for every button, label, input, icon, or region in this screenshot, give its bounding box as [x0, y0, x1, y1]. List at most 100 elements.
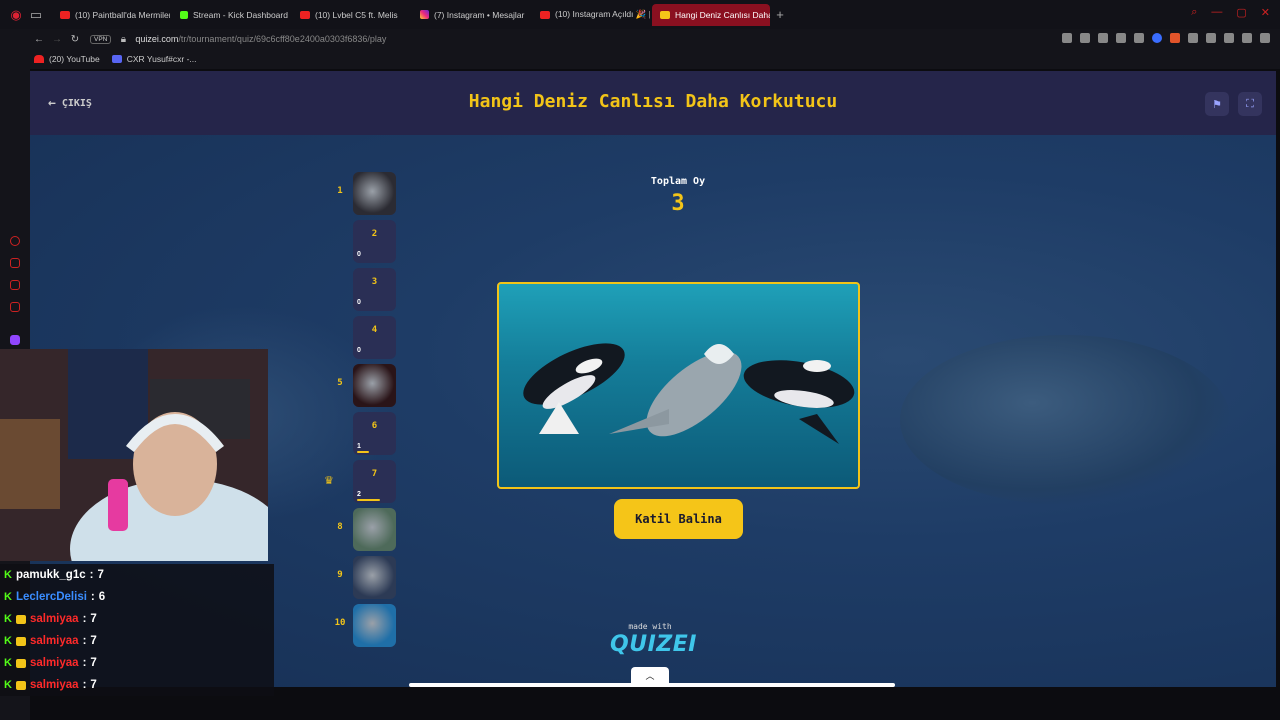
chat-message: K LeclercDelisi:6 [4, 588, 105, 606]
browser-tab[interactable]: (10) Instagram Açıldı 🎉 | [532, 4, 650, 26]
chat-separator: : [82, 679, 87, 691]
ranking-item[interactable]: 61 [330, 412, 400, 456]
reload-icon[interactable]: ↻ [66, 34, 84, 45]
bookmark-discord[interactable]: CXR Yusuf#cxr -... [111, 54, 197, 64]
kick-icon: K [4, 679, 12, 691]
chat-username: salmiyaa [29, 635, 79, 647]
extensions-icon[interactable] [1188, 33, 1198, 43]
ranking-item[interactable]: ♛ 7 2 [324, 460, 400, 504]
crypto-wallet-icon[interactable] [10, 258, 20, 268]
quiz-title: Hangi Deniz Canlısı Daha Korkutucu [468, 91, 838, 112]
chat-username: pamukk_g1c [15, 569, 86, 581]
ranking-item[interactable]: 30 [330, 268, 400, 312]
candidate-image[interactable] [497, 282, 860, 489]
quiz-icon [660, 10, 670, 19]
close-icon[interactable]: ✕ [1261, 6, 1270, 19]
ranking-card[interactable] [353, 556, 396, 599]
total-votes-value: 3 [671, 191, 685, 216]
discord-icon [111, 55, 122, 63]
easy-files-icon[interactable] [1080, 33, 1090, 43]
chevron-up-icon: ︿ [645, 670, 655, 681]
chat-text: 7 [90, 635, 97, 647]
bookmark-youtube[interactable]: (20) YouTube [34, 54, 100, 64]
ranking-card[interactable]: 72 [353, 460, 396, 503]
ranking-card[interactable] [353, 604, 396, 647]
chat-separator: : [82, 657, 87, 669]
bookmark-label: (20) YouTube [49, 54, 100, 64]
flag-icon: ⚑ [1212, 98, 1222, 111]
snapshot-icon[interactable] [1062, 33, 1072, 43]
ranking-card[interactable] [353, 508, 396, 551]
quizei-logo[interactable]: QUIZEI [610, 632, 696, 657]
subscriber-badge-icon [15, 636, 26, 646]
messenger-icon[interactable] [10, 280, 20, 290]
chat-username: salmiyaa [29, 657, 79, 669]
browser-tab[interactable]: (7) Instagram • Mesajlar [412, 4, 530, 26]
download-icon[interactable] [1224, 33, 1234, 43]
chat-text: 7 [97, 569, 104, 581]
url-path: /tr/tournament/quiz/69c6cff80e2400a0303f… [178, 34, 387, 44]
browser-tab[interactable]: Hangi Deniz Canlısı Daha K [652, 3, 770, 26]
profile-icon[interactable] [1206, 33, 1216, 43]
ranking-item[interactable]: 40 [330, 316, 400, 360]
youtube-icon [300, 10, 310, 19]
youtube-icon [60, 10, 70, 19]
tab-title: (10) Instagram Açıldı 🎉 | [555, 9, 650, 19]
made-with-label: made with [628, 622, 672, 631]
rank-number: 9 [337, 570, 343, 580]
total-votes-label: Toplam Oy [650, 176, 706, 187]
browser-tab[interactable]: Stream - Kick Dashboard [172, 4, 290, 26]
new-tab-icon[interactable]: + [770, 5, 790, 25]
tab-title: Hangi Deniz Canlısı Daha K [675, 9, 770, 20]
kick-icon: K [4, 657, 12, 669]
ranking-item[interactable]: 5 [330, 364, 400, 408]
lock-icon[interactable]: 🔒︎ [117, 34, 129, 45]
ranking-card[interactable]: 30 [353, 268, 396, 311]
tab-overview-icon[interactable]: ▭ [26, 5, 46, 25]
chat-text: 7 [90, 613, 97, 625]
youtube-icon [34, 55, 44, 63]
fullscreen-button[interactable]: ⛶ [1238, 92, 1262, 116]
ranking-card[interactable]: 20 [353, 220, 396, 263]
minimize-icon[interactable]: — [1211, 6, 1222, 19]
ranking-item[interactable]: 9 [330, 556, 400, 600]
extension-fox-icon[interactable] [1170, 33, 1180, 43]
ranking-card[interactable]: 61 [353, 412, 396, 455]
maximize-icon[interactable]: ▢ [1236, 6, 1246, 19]
twitch-icon[interactable] [10, 335, 20, 345]
ranking-card[interactable] [353, 364, 396, 407]
choice-button[interactable]: Katil Balina [614, 499, 743, 539]
chat-username: salmiyaa [29, 613, 79, 625]
chat-separator: : [82, 635, 87, 647]
bookmarks-bar: (20) YouTube CXR Yusuf#cxr -... [0, 49, 1280, 69]
search-tabs-icon[interactable]: ⌕ [1191, 6, 1197, 19]
forward-icon[interactable]: → [48, 34, 66, 45]
instagram-sidebar-icon[interactable] [10, 302, 20, 312]
youtube-icon [540, 10, 550, 19]
aria-icon[interactable] [10, 236, 20, 246]
player-icon[interactable] [1116, 33, 1126, 43]
ranking-item[interactable]: 10 [330, 604, 400, 648]
url-host: quizei.com [135, 34, 179, 44]
adblock-icon[interactable] [1098, 33, 1108, 43]
easy-setup-icon[interactable] [1260, 33, 1270, 43]
browser-tab[interactable]: (10) Lvbel C5 ft. Melis [292, 4, 410, 26]
ranking-card[interactable]: 40 [353, 316, 396, 359]
aria-ai-icon[interactable] [1242, 33, 1252, 43]
chat-overlay: Kpamukk_g1c:7 K LeclercDelisi:6 Ksalmiyaa:7… [0, 564, 274, 696]
chat-separator: : [82, 613, 87, 625]
vpn-badge[interactable]: VPN [90, 34, 112, 44]
chat-separator: : [90, 591, 95, 603]
report-button[interactable]: ⚑ [1205, 92, 1229, 116]
browser-tab[interactable]: (10) Paintball'da Mermiler [52, 4, 170, 26]
scroll-up-button[interactable]: ︿ [631, 667, 669, 683]
heart-icon[interactable] [1134, 33, 1144, 43]
back-icon[interactable]: ← [30, 34, 48, 45]
url-field[interactable]: quizei.com/tr/tournament/quiz/69c6cff80e… [135, 34, 386, 44]
opera-menu-icon[interactable]: ◉ [6, 5, 26, 25]
ranking-item[interactable]: 20 [330, 220, 400, 264]
extension-blue-icon[interactable] [1152, 33, 1162, 43]
rank-number: 10 [334, 618, 346, 628]
ranking-item[interactable]: 8 [330, 508, 400, 552]
hidden-rank-label: 7 [371, 469, 378, 479]
